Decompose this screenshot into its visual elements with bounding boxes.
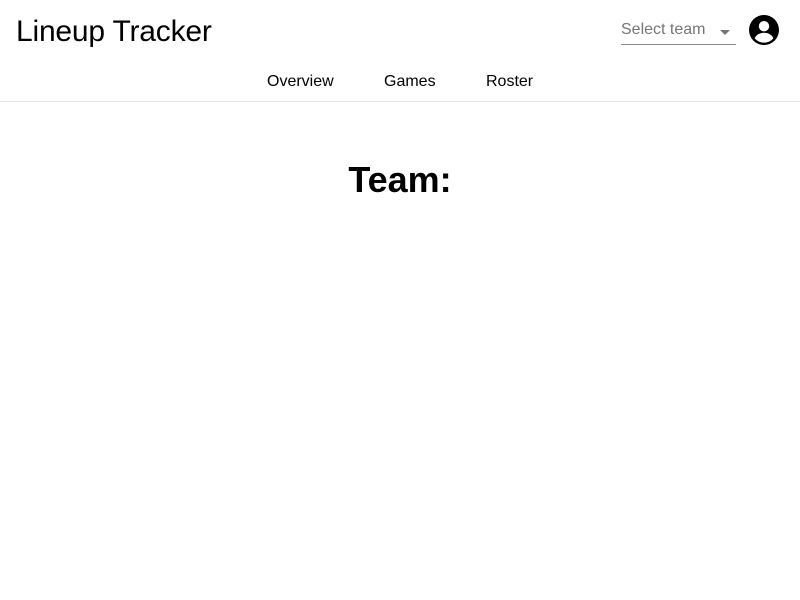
team-select[interactable]: Select team <box>621 16 736 45</box>
page-title: Team: <box>348 159 452 200</box>
account-circle-icon[interactable] <box>748 14 780 46</box>
tab-games[interactable]: Games <box>384 70 436 94</box>
app-title: Lineup Tracker <box>16 15 212 48</box>
arrow-drop-down-icon <box>720 30 730 35</box>
nav-tabs: Overview Games Roster <box>0 70 800 96</box>
tab-overview[interactable]: Overview <box>267 70 334 94</box>
tab-roster[interactable]: Roster <box>486 70 533 94</box>
app: Lineup Tracker Select team Overview Game… <box>0 0 800 600</box>
top-app-bar: Lineup Tracker Select team Overview Game… <box>0 0 800 102</box>
team-select-placeholder: Select team <box>621 21 706 38</box>
